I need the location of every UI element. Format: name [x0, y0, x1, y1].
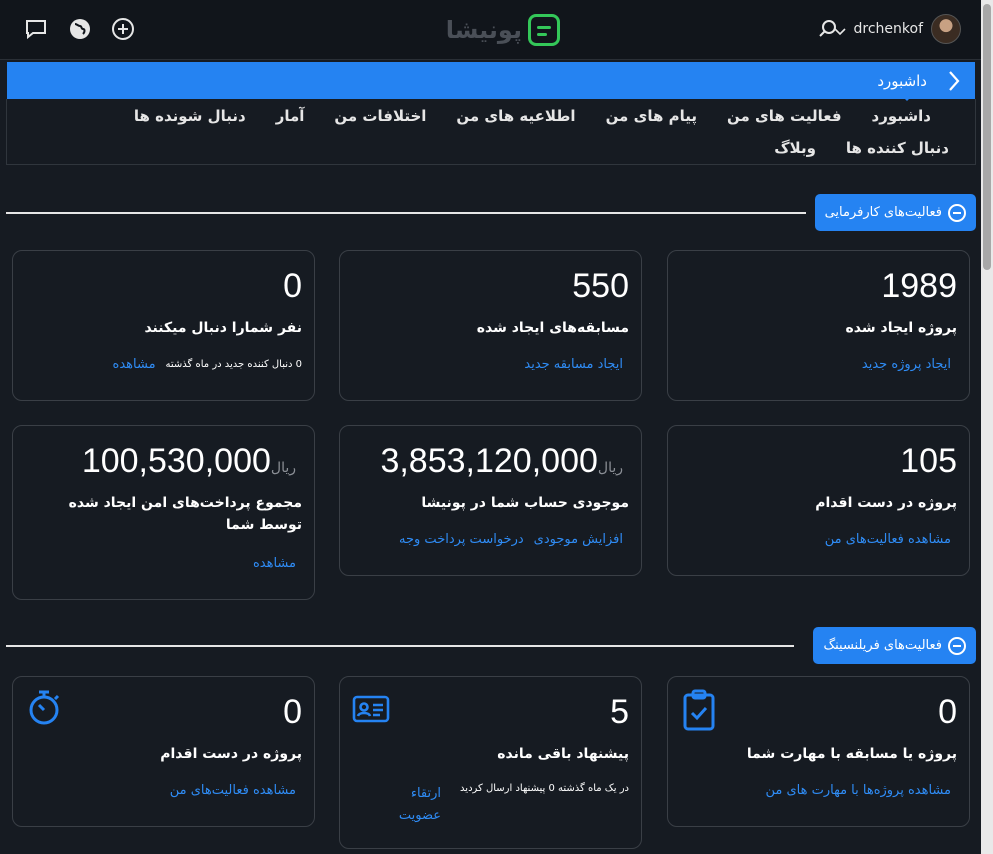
currency-label: ریال — [270, 460, 296, 476]
card-number: 105 — [900, 442, 957, 480]
card-links: مشاهده فعالیت‌های من — [170, 783, 296, 798]
view-skill-projects-link[interactable]: مشاهده پروژه‌ها با مهارت های من — [765, 783, 951, 798]
view-payments-link[interactable]: مشاهده — [253, 556, 296, 571]
nav-row-1: داشبورد فعالیت های من پیام های من اطلاعی… — [134, 95, 931, 125]
scrollbar-thumb[interactable] — [983, 4, 991, 270]
minus-circle-icon — [948, 636, 966, 655]
currency-label: ریال — [597, 460, 623, 476]
nav-item-following[interactable]: دنبال شونده ها — [134, 107, 246, 125]
card-title: موجودی حساب شما در پونیشا — [421, 495, 629, 511]
upgrade-membership-link[interactable]: ارتقاء عضویت — [381, 783, 441, 827]
upgrade-membership-wrap: ارتقاء عضویت — [381, 783, 441, 827]
clipboard-check-icon — [682, 689, 716, 731]
page-title: داشبورد — [877, 71, 927, 90]
card-account-balance: ریال3,853,120,000 موجودی حساب شما در پون… — [339, 425, 642, 576]
username: drchenkof — [853, 21, 924, 37]
section-title: فعالیت‌های فریلنسینگ — [823, 638, 942, 653]
balance-value: 3,853,120,000 — [380, 442, 598, 480]
card-title: پروژه در دست اقدام — [815, 495, 957, 511]
card-skill-projects: 0 پروژه یا مسابقه با مهارت شما مشاهده پر… — [667, 676, 970, 827]
nav-item-dashboard[interactable]: داشبورد — [872, 95, 931, 125]
stopwatch-icon — [27, 689, 61, 727]
card-number: ریال100,530,000 — [82, 442, 302, 481]
card-links: مشاهده — [253, 556, 296, 571]
card-title: مجموع پرداخت‌های امن ایجاد شده توسط شما — [68, 495, 302, 533]
card-title: پروژه در دست اقدام — [160, 746, 302, 762]
card-links: افزایش موجودی درخواست پرداخت وجه — [399, 532, 623, 547]
card-created-projects: 1989 پروژه ایجاد شده ایجاد پروژه جدید — [667, 250, 970, 401]
nav-item-my-activities[interactable]: فعالیت های من — [727, 107, 842, 125]
nav-item-my-disputes[interactable]: اختلافات من — [334, 107, 426, 125]
card-links: ایجاد پروژه جدید — [862, 357, 951, 372]
card-followers: 0 نفر شمارا دنبال میکنند 0 دنبال کننده ج… — [12, 250, 315, 401]
scrollbar[interactable] — [981, 0, 993, 854]
divider — [6, 645, 794, 647]
card-links: مشاهده پروژه‌ها با مهارت های من — [765, 783, 951, 798]
avatar[interactable] — [931, 14, 961, 44]
followers-note: 0 دنبال کننده جدید در ماه گذشته — [165, 359, 302, 370]
nav-row-2: دنبال کننده ها وبلاگ — [774, 139, 949, 157]
card-number: 5 — [610, 693, 629, 731]
breadcrumb: داشبورد — [7, 62, 975, 99]
card-number: 0 — [938, 693, 957, 731]
card-title: پروژه یا مسابقه با مهارت شما — [746, 746, 957, 762]
new-contest-link[interactable]: ایجاد مسابقه جدید — [524, 357, 623, 372]
view-followers-link[interactable]: مشاهده — [113, 357, 156, 372]
id-card-icon — [352, 695, 390, 723]
card-in-progress-freelance: 0 پروژه در دست اقدام مشاهده فعالیت‌های م… — [12, 676, 315, 827]
card-number: 1989 — [881, 267, 957, 305]
nav-item-stats[interactable]: آمار — [276, 107, 305, 125]
view-my-activities-link[interactable]: مشاهده فعالیت‌های من — [825, 532, 951, 547]
card-created-contests: 550 مسابقه‌های ایجاد شده ایجاد مسابقه جد… — [339, 250, 642, 401]
user-menu[interactable]: drchenkof — [833, 14, 961, 44]
divider — [6, 212, 806, 214]
dashboard-nav: داشبورد فعالیت های من پیام های من اطلاعی… — [6, 95, 976, 165]
logo-mark-icon — [528, 14, 560, 46]
withdraw-request-link[interactable]: درخواست پرداخت وجه — [399, 532, 524, 547]
payments-value: 100,530,000 — [81, 442, 271, 480]
logo-text: پونیشا — [445, 16, 522, 44]
card-links: در یک ماه گذشته 0 پیشنهاد ارسال کردید — [460, 783, 629, 794]
card-number: 550 — [572, 267, 629, 305]
top-bar: پونیشا drchenkof — [0, 0, 981, 60]
card-in-progress-projects: 105 پروژه در دست اقدام مشاهده فعالیت‌های… — [667, 425, 970, 576]
plus-circle-icon[interactable] — [111, 17, 135, 41]
nav-item-blog[interactable]: وبلاگ — [774, 139, 816, 157]
new-project-link[interactable]: ایجاد پروژه جدید — [862, 357, 951, 372]
freelance-section-toggle[interactable]: فعالیت‌های فریلنسینگ — [813, 627, 976, 664]
freelance-section-header: فعالیت‌های فریلنسینگ — [6, 627, 976, 665]
card-number: ریال3,853,120,000 — [380, 442, 629, 481]
chevron-down-icon — [833, 23, 846, 36]
chevron-right-icon[interactable] — [947, 70, 961, 92]
view-my-activities-link[interactable]: مشاهده فعالیت‌های من — [170, 783, 296, 798]
card-links: 0 دنبال کننده جدید در ماه گذشته مشاهده — [113, 357, 302, 372]
card-title: پیشنهاد باقی مانده — [497, 746, 629, 762]
globe-icon[interactable] — [68, 17, 92, 41]
nav-item-my-notifications[interactable]: اطلاعیه های من — [456, 107, 575, 125]
card-title: پروژه ایجاد شده — [845, 320, 957, 336]
employer-section-toggle[interactable]: فعالیت‌های کارفرمایی — [814, 194, 976, 231]
card-remaining-bids: 5 پیشنهاد باقی مانده در یک ماه گذشته 0 پ… — [339, 676, 642, 849]
nav-item-my-messages[interactable]: پیام های من — [606, 107, 697, 125]
logo[interactable]: پونیشا — [420, 10, 560, 50]
card-title: نفر شمارا دنبال میکنند — [144, 320, 302, 336]
employer-section-header: فعالیت‌های کارفرمایی — [6, 194, 976, 232]
section-title: فعالیت‌های کارفرمایی — [824, 205, 942, 220]
card-links: ایجاد مسابقه جدید — [524, 357, 623, 372]
card-links: مشاهده فعالیت‌های من — [825, 532, 951, 547]
nav-item-followers[interactable]: دنبال کننده ها — [846, 139, 949, 157]
bids-note: در یک ماه گذشته 0 پیشنهاد ارسال کردید — [460, 783, 629, 794]
card-title: مسابقه‌های ایجاد شده — [476, 320, 629, 336]
card-number: 0 — [283, 267, 302, 305]
minus-circle-icon — [948, 203, 966, 222]
card-number: 0 — [283, 693, 302, 731]
chat-icon[interactable] — [24, 17, 48, 41]
increase-balance-link[interactable]: افزایش موجودی — [534, 532, 623, 547]
card-safe-payments: ریال100,530,000 مجموع پرداخت‌های امن ایج… — [12, 425, 315, 600]
